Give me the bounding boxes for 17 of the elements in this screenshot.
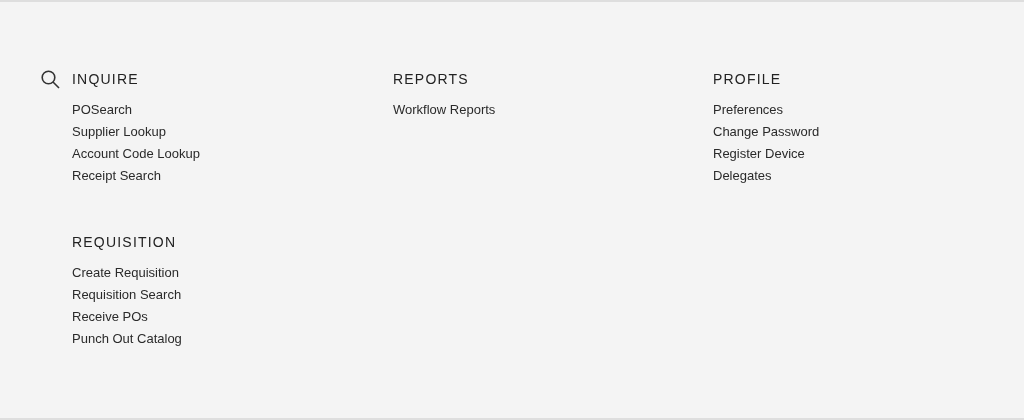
section-heading: INQUIRE: [72, 71, 139, 87]
menu-link[interactable]: Change Password: [713, 121, 820, 143]
section-heading: REPORTS: [393, 71, 469, 87]
section-heading: REQUISITION: [72, 234, 177, 250]
menu-link[interactable]: Create Requisition: [72, 262, 179, 284]
menu-link[interactable]: Account Code Lookup: [72, 143, 200, 165]
menu-link[interactable]: Requisition Search: [72, 284, 182, 306]
menu-link[interactable]: Delegates: [713, 165, 772, 187]
menu-link[interactable]: POSearch: [72, 99, 132, 121]
menu-link[interactable]: Punch Out Catalog: [72, 328, 182, 350]
section-heading: PROFILE: [713, 71, 782, 87]
menu-link[interactable]: Preferences: [713, 99, 784, 121]
menu-link[interactable]: Supplier Lookup: [72, 121, 166, 143]
menu-link[interactable]: Receive POs: [72, 306, 148, 328]
menu-link[interactable]: Workflow Reports: [393, 99, 496, 121]
menu-link[interactable]: Receipt Search: [72, 165, 161, 187]
menu-link[interactable]: Register Device: [713, 143, 805, 165]
